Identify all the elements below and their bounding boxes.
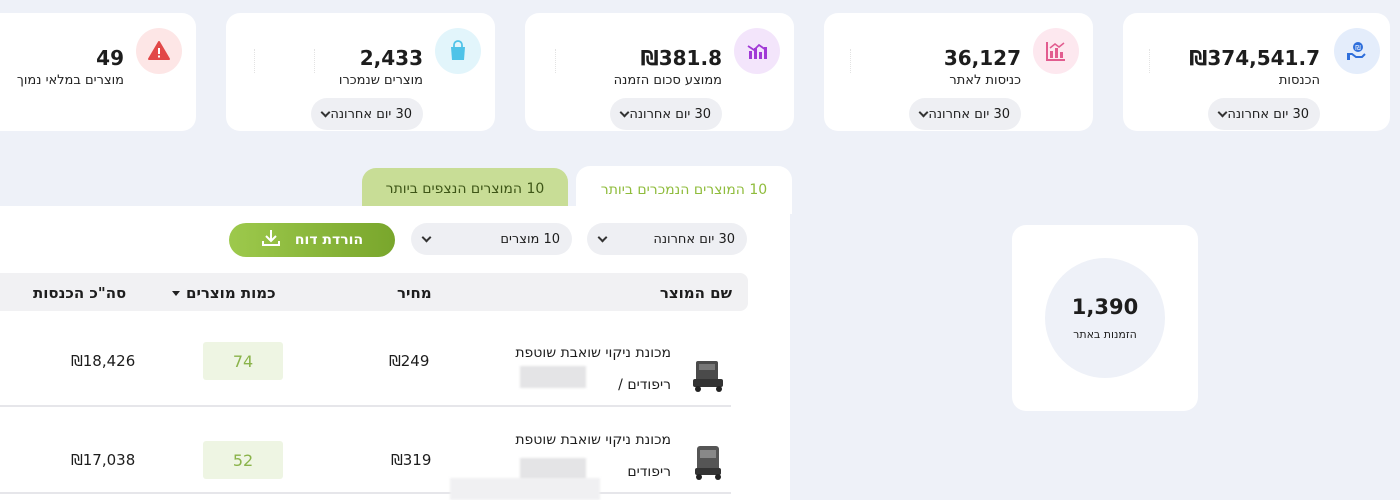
stat-card-low-stock: 49 מוצרים במלאי נמוך: [0, 13, 196, 131]
header-product-name: שם המוצר: [659, 284, 732, 302]
orders-widget: 1,390 הזמנות באתר: [1012, 225, 1198, 411]
svg-text:₪: ₪: [1355, 44, 1361, 52]
orders-circle: 1,390 הזמנות באתר: [1045, 258, 1165, 378]
bar-chart-icon: [1033, 28, 1079, 74]
count-select[interactable]: 10 מוצרים: [411, 223, 572, 255]
header-revenue: סה"כ הכנסות: [33, 284, 127, 302]
product-thumbnail[interactable]: [687, 353, 731, 397]
chevron-down-icon: [1217, 107, 1228, 117]
range-select[interactable]: 30 יום אחרונה: [587, 223, 747, 255]
visits-label: כניסות לאתר: [949, 73, 1021, 88]
sort-caret-icon: [172, 291, 180, 296]
table-row[interactable]: מכונת ניקוי שואבת שוטפת ריפודים / ₪249 7…: [0, 319, 731, 407]
sold-value: 2,433: [359, 46, 423, 70]
product-price: ₪249: [389, 352, 430, 370]
product-revenue: ₪18,426: [71, 352, 136, 370]
warning-icon: [136, 28, 182, 74]
redacted-text: [520, 458, 586, 480]
product-thumbnail[interactable]: [687, 440, 731, 484]
download-icon: [261, 228, 281, 252]
stat-card-visits: 36,127 כניסות לאתר 30 יום אחרונה: [824, 13, 1093, 131]
table-row[interactable]: מכונת ניקוי שואבת שוטפת ריפודים ₪319 52 …: [0, 406, 731, 500]
faded-sparkline: [1149, 49, 1154, 73]
sold-range-select[interactable]: 30 יום אחרונה: [311, 98, 423, 130]
revenue-label: הכנסות: [1278, 73, 1320, 88]
chevron-down-icon: [597, 232, 608, 242]
redacted-text: [450, 478, 600, 500]
avg-order-range-select[interactable]: 30 יום אחרונה: [610, 98, 722, 130]
trend-chart-icon: [734, 28, 780, 74]
low-stock-label: מוצרים במלאי נמוך: [16, 73, 124, 88]
products-panel: 30 יום אחרונה 10 מוצרים הורדת דוח שם המו…: [0, 206, 790, 500]
tab-most-viewed[interactable]: 10 המוצרים הנצפים ביותר: [362, 168, 568, 210]
avg-order-value: ₪381.8: [640, 46, 722, 70]
chevron-down-icon: [320, 107, 331, 117]
orders-label: הזמנות באתר: [1073, 328, 1137, 341]
product-price: ₪319: [391, 451, 432, 469]
visits-value: 36,127: [943, 46, 1021, 70]
sold-range-value: 30 יום אחרונה: [330, 106, 412, 122]
header-quantity-label: כמות מוצרים: [186, 284, 276, 302]
stat-card-sold: 2,433 מוצרים שנמכרו 30 יום אחרונה: [226, 13, 495, 131]
revenue-range-value: 30 יום אחרונה: [1227, 106, 1309, 122]
faded-sparkline: [254, 49, 259, 73]
avg-order-range-value: 30 יום אחרונה: [629, 106, 711, 122]
faded-sparkline: [850, 49, 855, 73]
download-report-label: הורדת דוח: [294, 232, 364, 248]
low-stock-value: 49: [96, 46, 124, 70]
product-quantity: 74: [203, 342, 283, 380]
chevron-down-icon: [619, 107, 630, 117]
product-revenue: ₪17,038: [71, 451, 136, 469]
stat-card-avg-order: ₪381.8 ממוצע סכום הזמנה 30 יום אחרונה: [525, 13, 794, 131]
range-select-value: 30 יום אחרונה: [653, 231, 735, 247]
chevron-down-icon: [918, 107, 929, 117]
header-quantity[interactable]: כמות מוצרים: [172, 284, 276, 302]
revenue-range-select[interactable]: 30 יום אחרונה: [1208, 98, 1320, 130]
table-header: שם המוצר מחיר כמות מוצרים סה"כ הכנסות: [0, 273, 748, 311]
hand-coin-icon: ₪: [1334, 28, 1380, 74]
sold-label: מוצרים שנמכרו: [338, 73, 423, 88]
revenue-value: ₪374,541.7: [1189, 46, 1320, 70]
redacted-text: [520, 366, 586, 388]
shopping-bag-icon: [435, 28, 481, 74]
count-select-value: 10 מוצרים: [500, 231, 560, 247]
faded-sparkline: [555, 49, 560, 73]
product-quantity: 52: [203, 441, 283, 479]
visits-range-select[interactable]: 30 יום אחרונה: [909, 98, 1021, 130]
stat-card-revenue: ₪ ₪374,541.7 הכנסות 30 יום אחרונה: [1123, 13, 1390, 131]
chevron-down-icon: [421, 232, 432, 242]
header-price: מחיר: [397, 284, 432, 302]
visits-range-value: 30 יום אחרונה: [928, 106, 1010, 122]
faded-sparkline: [314, 49, 319, 73]
product-name-line1: מכונת ניקוי שואבת שוטפת: [515, 345, 671, 361]
product-name-line1: מכונת ניקוי שואבת שוטפת: [515, 432, 671, 448]
orders-value: 1,390: [1071, 295, 1139, 319]
avg-order-label: ממוצע סכום הזמנה: [613, 73, 722, 88]
download-report-button[interactable]: הורדת דוח: [229, 223, 395, 257]
